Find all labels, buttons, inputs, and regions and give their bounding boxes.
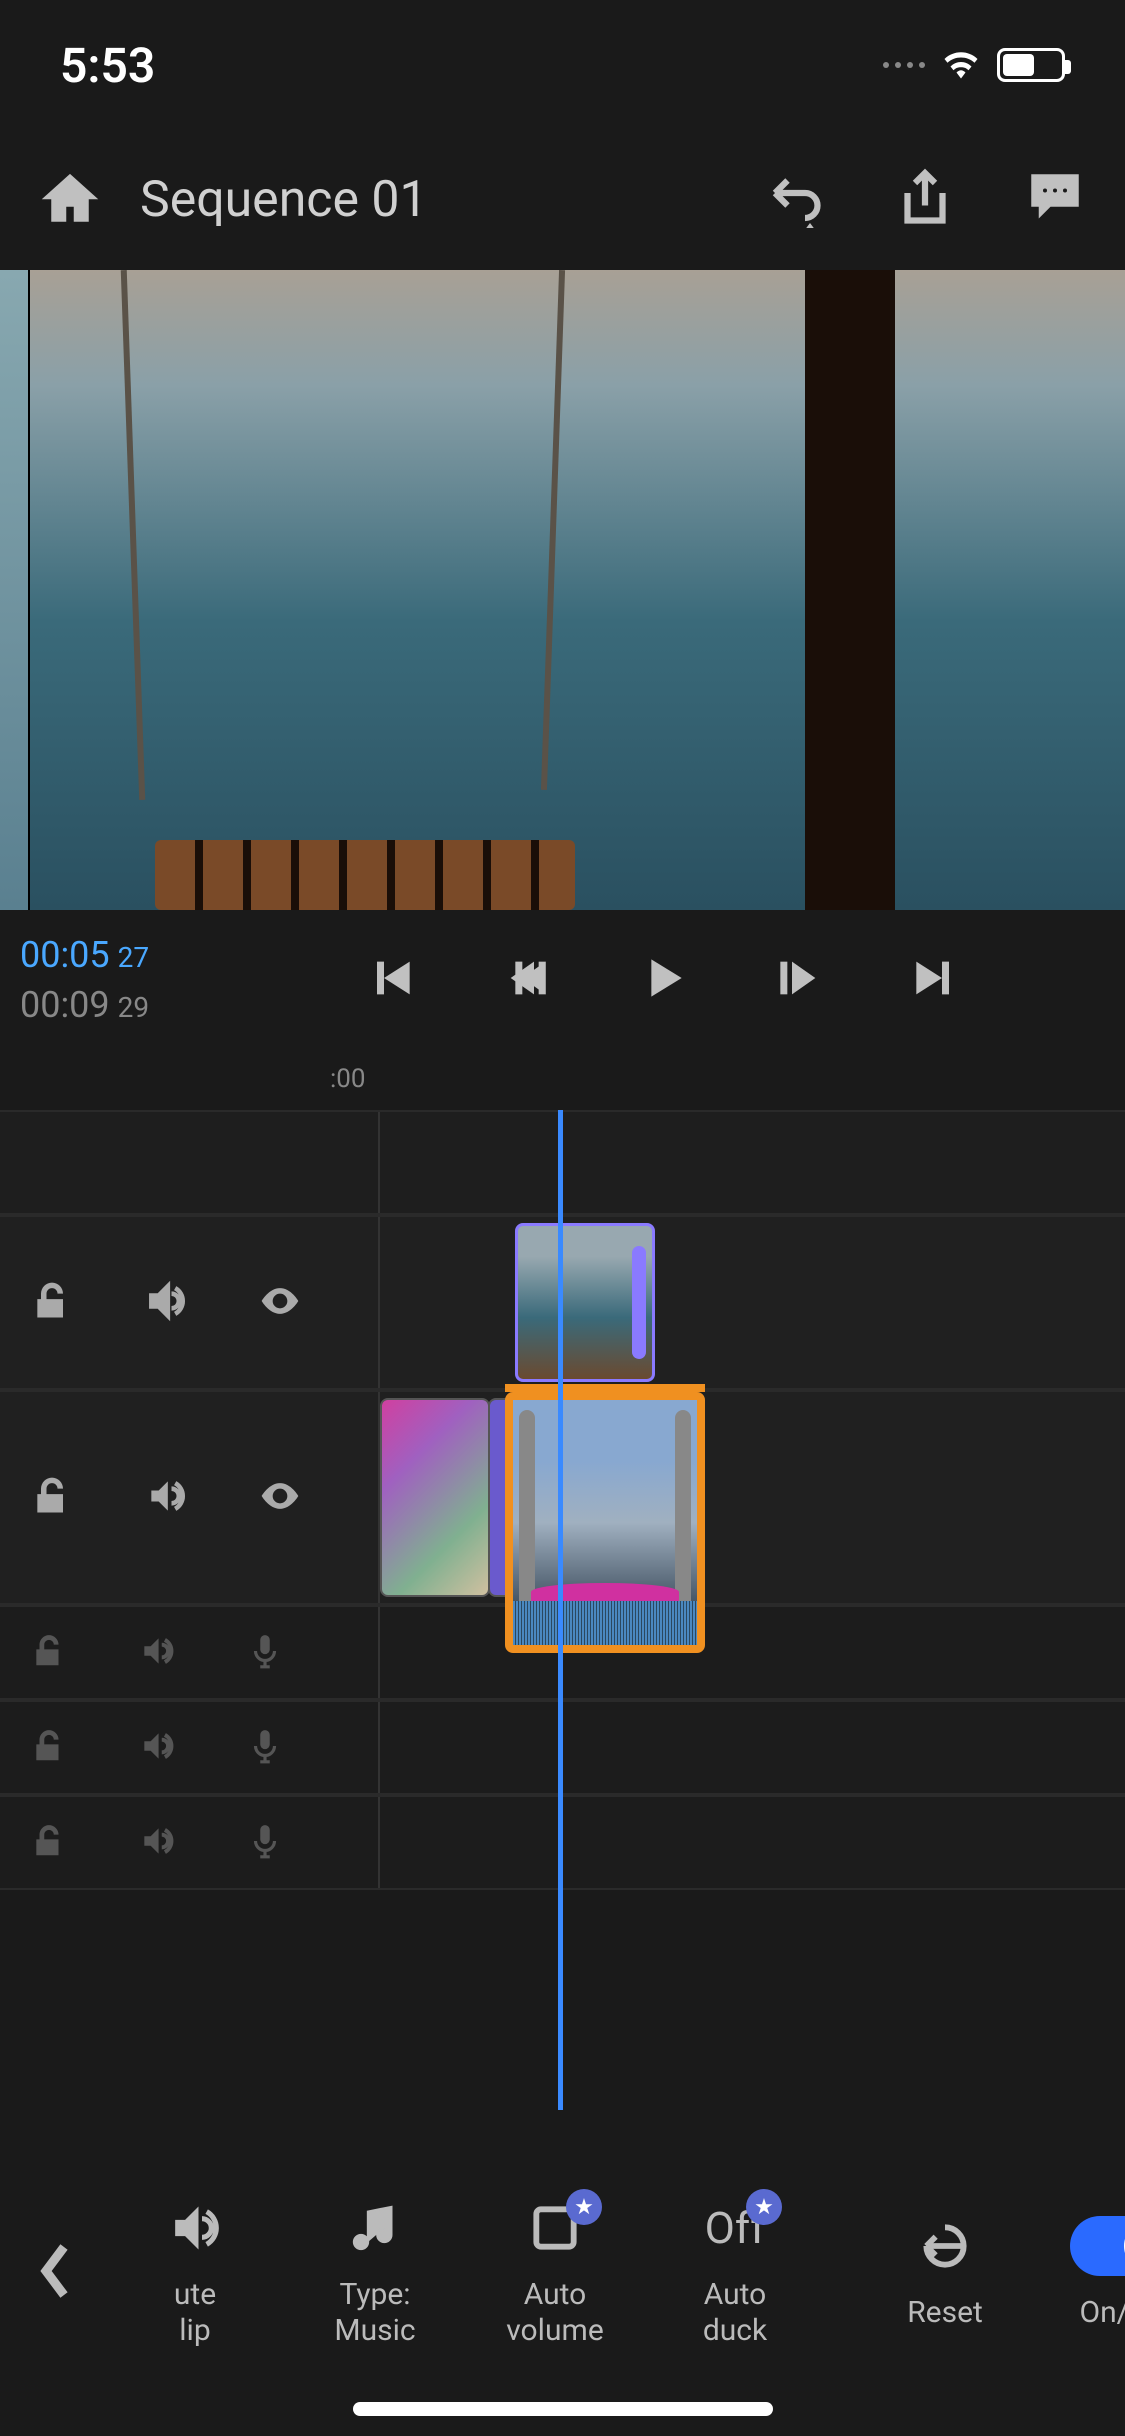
auto-duck-label: Auto duck <box>703 2277 767 2349</box>
auto-duck-button[interactable]: ★ Off Auto duck <box>660 2193 810 2349</box>
track-controls <box>0 1392 380 1603</box>
mic-icon[interactable] <box>246 1727 284 1769</box>
track-controls <box>0 1217 380 1388</box>
lock-icon[interactable] <box>30 1474 74 1522</box>
timecode: 00:05 27 00:09 29 <box>20 934 200 1026</box>
type-music-button[interactable]: Type: Music <box>300 2193 450 2349</box>
toolbar-back-button[interactable] <box>20 2241 90 2301</box>
auto-volume-label: Auto volume <box>506 2277 603 2349</box>
current-frames: 27 <box>118 941 149 974</box>
video-preview[interactable] <box>0 270 1125 910</box>
bottom-toolbar: ute lip Type: Music ★ Auto volume ★ Off … <box>0 2076 1125 2436</box>
playhead[interactable] <box>558 1110 563 2110</box>
video-clip-1[interactable] <box>515 1223 655 1382</box>
home-indicator[interactable] <box>353 2402 773 2416</box>
current-time: 00:05 <box>20 934 110 976</box>
speaker-icon[interactable] <box>144 1474 188 1522</box>
speaker-icon[interactable] <box>138 1822 176 1864</box>
skip-end-icon[interactable] <box>907 950 963 1010</box>
mute-clip-label: ute lip <box>174 2277 216 2349</box>
auto-volume-button[interactable]: ★ Auto volume <box>480 2193 630 2349</box>
reset-icon <box>917 2218 973 2274</box>
speaker-icon[interactable] <box>138 1632 176 1674</box>
lock-icon[interactable] <box>30 1279 74 1327</box>
mic-icon[interactable] <box>246 1632 284 1674</box>
star-badge: ★ <box>566 2189 602 2225</box>
speaker-icon[interactable] <box>144 1279 188 1327</box>
total-frames: 29 <box>118 991 149 1024</box>
eye-icon[interactable] <box>258 1279 302 1327</box>
export-icon[interactable] <box>895 168 955 232</box>
comment-icon[interactable] <box>1025 168 1085 232</box>
mic-icon[interactable] <box>246 1822 284 1864</box>
music-note-icon <box>347 2200 403 2256</box>
total-time: 00:09 <box>20 984 110 1026</box>
reset-button[interactable]: Reset <box>870 2211 1020 2331</box>
toggle-switch[interactable] <box>1070 2216 1125 2276</box>
video-clip-2a[interactable] <box>380 1398 490 1597</box>
ruler-mark: :00 <box>330 1064 366 1094</box>
lock-icon[interactable] <box>30 1727 68 1769</box>
play-icon[interactable] <box>635 950 691 1010</box>
selected-clip[interactable] <box>505 1392 705 1653</box>
reset-label: Reset <box>907 2295 983 2331</box>
step-forward-icon[interactable] <box>771 950 827 1010</box>
eye-icon[interactable] <box>258 1474 302 1522</box>
step-back-icon[interactable] <box>499 950 555 1010</box>
audio-waveform <box>513 1601 697 1645</box>
star-badge: ★ <box>746 2189 782 2225</box>
lock-icon[interactable] <box>30 1822 68 1864</box>
onoff-label: On/Off <box>1079 2295 1125 2331</box>
undo-icon[interactable] <box>765 168 825 232</box>
status-icons <box>883 48 1065 82</box>
timeline-ruler[interactable]: :00 <box>0 1050 1125 1110</box>
playback-controls: 00:05 27 00:09 29 <box>0 910 1125 1050</box>
status-bar: 5:53 <box>0 0 1125 130</box>
type-label: Type: Music <box>334 2277 415 2349</box>
wifi-icon <box>943 51 979 79</box>
app-header: Sequence 01 <box>0 130 1125 270</box>
skip-start-icon[interactable] <box>363 950 419 1010</box>
speaker-icon <box>167 2200 223 2256</box>
home-icon[interactable] <box>40 168 100 232</box>
mute-clip-button[interactable]: ute lip <box>120 2193 270 2349</box>
lock-icon[interactable] <box>30 1632 68 1674</box>
status-time: 5:53 <box>60 37 155 94</box>
speaker-icon[interactable] <box>138 1727 176 1769</box>
sequence-title[interactable]: Sequence 01 <box>140 171 725 229</box>
battery-icon <box>997 48 1065 82</box>
onoff-toggle-button[interactable]: On/Off <box>1050 2211 1125 2331</box>
timeline[interactable] <box>0 1110 1125 2110</box>
